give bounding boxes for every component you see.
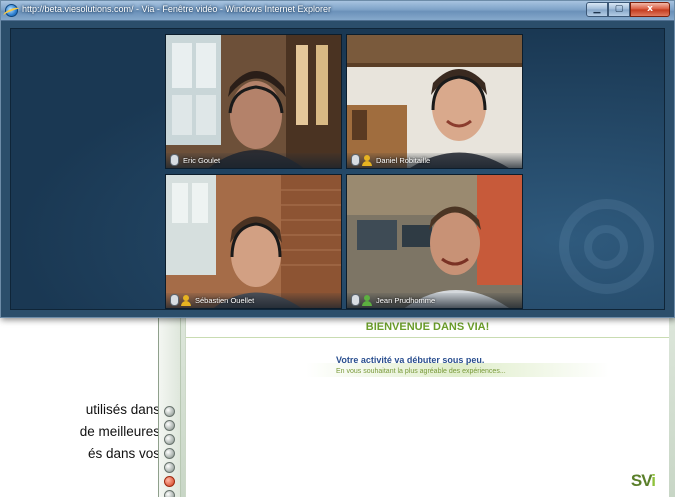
- tool-3-icon[interactable]: [164, 434, 175, 445]
- name-bar: [347, 153, 522, 168]
- tool-7-icon[interactable]: [164, 490, 175, 497]
- window-controls: ▁ ▢ x: [586, 2, 670, 17]
- participant-video-4[interactable]: Jean Prudhomme: [346, 174, 523, 309]
- close-icon: x: [647, 4, 653, 14]
- minimize-icon: ▁: [593, 4, 601, 14]
- close-button[interactable]: x: [630, 2, 670, 17]
- video-window[interactable]: http://beta.viesolutions.com/ - Via - Fe…: [0, 0, 675, 318]
- tool-4-icon[interactable]: [164, 448, 175, 459]
- user-status-icon: [181, 295, 191, 306]
- video-conference-area: Eric Goulet Daniel Robitaille Sébastien …: [10, 28, 665, 310]
- document-line-1: utilisés dans: [85, 402, 160, 417]
- activity-title: Votre activité va débuter sous peu.: [336, 355, 485, 365]
- welcome-heading: BIENVENUE DANS VIA!: [365, 321, 490, 333]
- tool-6-icon[interactable]: [164, 476, 175, 487]
- microphone-icon[interactable]: [351, 154, 360, 166]
- welcome-divider: [186, 337, 669, 338]
- decorative-ring-small-icon: [584, 225, 628, 269]
- maximize-icon: ▢: [614, 4, 624, 14]
- window-titlebar[interactable]: http://beta.viesolutions.com/ - Via - Fe…: [1, 1, 674, 21]
- participant-4-image: [347, 175, 522, 308]
- logo-text: SV: [630, 471, 652, 490]
- microphone-icon[interactable]: [170, 294, 179, 306]
- participant-3-image: [166, 175, 341, 308]
- tool-2-icon[interactable]: [164, 420, 175, 431]
- via-toolbar: [159, 311, 181, 497]
- via-app-window[interactable]: BIENVENUE DANS VIA! Votre activité va dé…: [158, 291, 675, 497]
- participant-2-image: [347, 35, 522, 168]
- tool-1-icon[interactable]: [164, 406, 175, 417]
- tool-5-icon[interactable]: [164, 462, 175, 473]
- participant-video-2[interactable]: Daniel Robitaille: [346, 34, 523, 169]
- document-line-3: és dans vos: [87, 446, 160, 461]
- microphone-icon[interactable]: [170, 154, 179, 166]
- participant-name: Jean Prudhomme: [376, 296, 436, 305]
- minimize-button[interactable]: ▁: [586, 2, 608, 17]
- user-status-icon: [362, 155, 372, 166]
- activity-subtitle: En vous souhaitant la plus agréable des …: [336, 368, 506, 375]
- user-status-icon: [362, 295, 372, 306]
- background-document-text: utilisés dans de meilleures és dans vos: [0, 399, 160, 465]
- via-main-content: BIENVENUE DANS VIA! Votre activité va dé…: [185, 313, 669, 497]
- microphone-icon[interactable]: [351, 294, 360, 306]
- window-title: http://beta.viesolutions.com/ - Via - Fe…: [22, 4, 331, 14]
- logo-accent: i: [651, 471, 656, 490]
- sv-logo: SVi: [630, 471, 656, 491]
- participant-name: Eric Goulet: [183, 156, 221, 165]
- participant-name: Daniel Robitaille: [376, 156, 431, 165]
- participant-video-3[interactable]: Sébastien Ouellet: [165, 174, 342, 309]
- participant-video-1[interactable]: Eric Goulet: [165, 34, 342, 169]
- document-line-2: de meilleures: [79, 424, 160, 439]
- maximize-button[interactable]: ▢: [608, 2, 630, 17]
- participant-name: Sébastien Ouellet: [195, 296, 255, 305]
- internet-explorer-icon: [5, 4, 18, 17]
- participant-1-image: [166, 35, 341, 168]
